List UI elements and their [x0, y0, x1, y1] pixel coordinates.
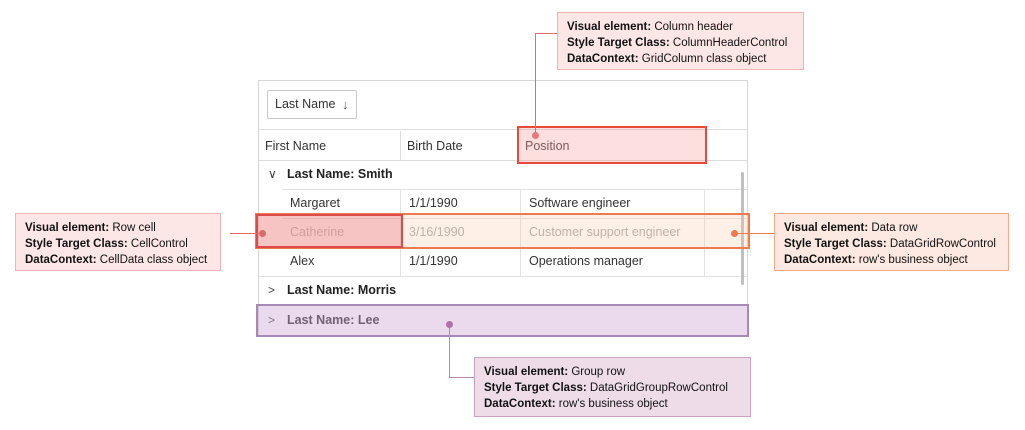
group-label: Last Name: Morris: [287, 283, 397, 297]
group-by-chip-last-name[interactable]: Last Name ↓: [267, 90, 357, 119]
row-cell-position[interactable]: Operations manager: [521, 247, 705, 276]
connector-dot: [259, 230, 266, 237]
group-row-morris[interactable]: > Last Name: Morris: [259, 276, 747, 305]
connector-line: [449, 377, 474, 378]
sort-descending-icon: ↓: [342, 97, 349, 112]
chevron-down-icon[interactable]: ∨: [268, 160, 277, 189]
group-row-smith[interactable]: ∨ Last Name: Smith: [259, 160, 747, 189]
row-cell-birth-date[interactable]: 1/1/1990: [401, 247, 518, 276]
row-cell-first-name[interactable]: Alex: [282, 247, 400, 276]
callout-group-row: Visual element: Group row Style Target C…: [474, 357, 751, 417]
callout-column-header: Visual element: Column header Style Targ…: [557, 12, 804, 70]
callout-data-row: Visual element: Data row Style Target Cl…: [774, 213, 1009, 271]
chevron-right-icon[interactable]: >: [268, 276, 275, 305]
connector-line: [449, 325, 450, 378]
connector-dot: [532, 132, 539, 139]
group-label: Last Name: Smith: [287, 167, 393, 181]
row-cell-highlight: [256, 214, 403, 248]
column-header-birth-date[interactable]: Birth Date: [401, 131, 518, 161]
connector-line: [735, 233, 774, 234]
callout-row-cell: Visual element: Row cell Style Target Cl…: [15, 213, 221, 271]
column-header-highlight: [517, 126, 707, 164]
connector-dot: [446, 321, 453, 328]
connector-line: [535, 33, 557, 34]
group-row-highlight: [256, 304, 749, 337]
column-header-first-name[interactable]: First Name: [259, 131, 400, 161]
connector-dot: [731, 230, 738, 237]
connector-line: [230, 233, 262, 234]
connector-line: [535, 33, 536, 135]
group-chip-label: Last Name: [275, 97, 336, 111]
